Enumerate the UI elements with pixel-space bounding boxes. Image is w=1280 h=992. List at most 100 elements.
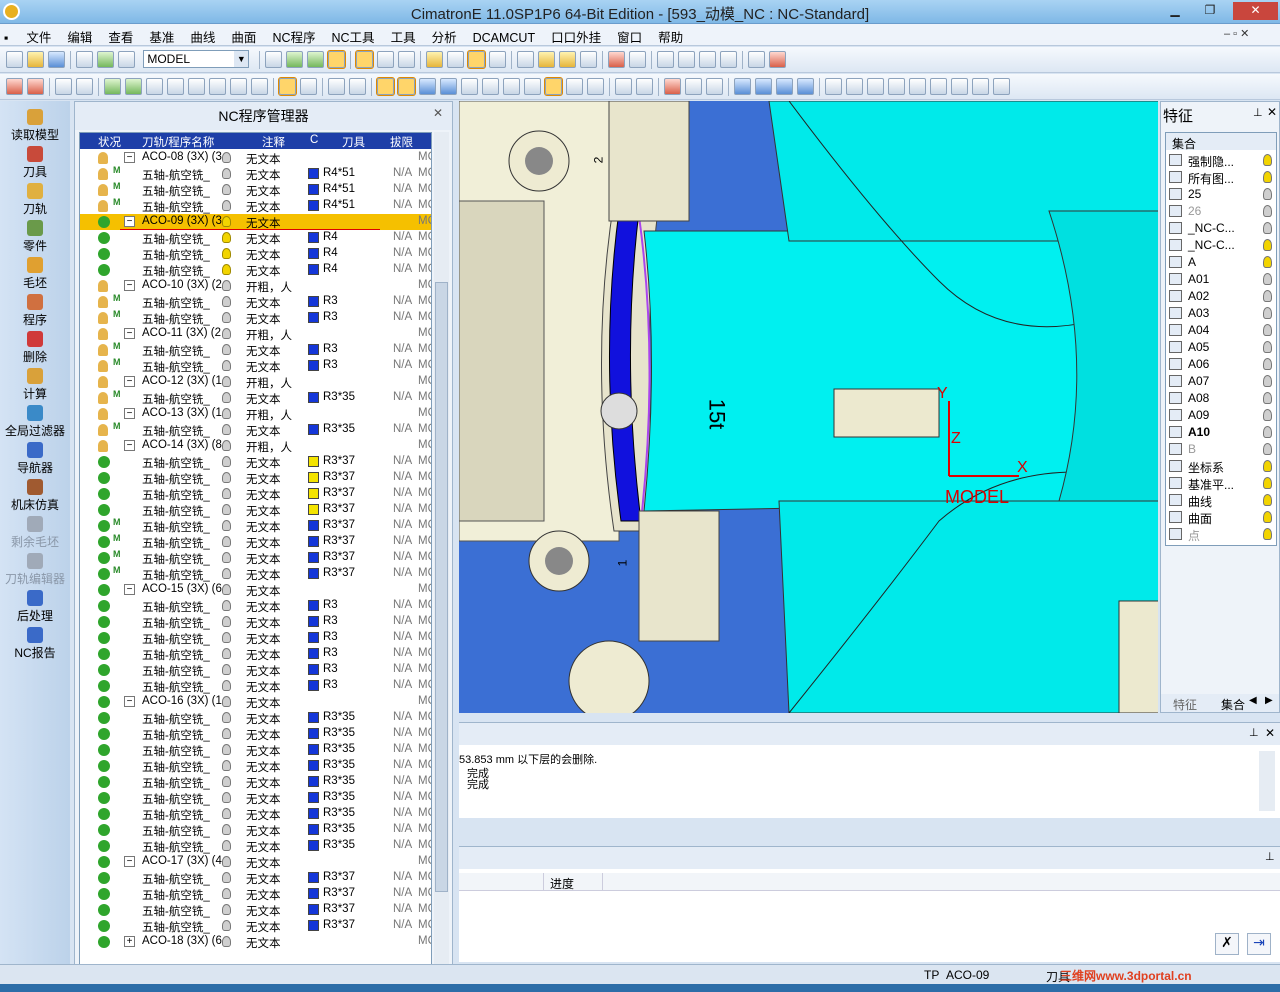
visibility-bulb-icon[interactable] [222,824,231,835]
visibility-bulb-icon[interactable] [1263,358,1272,370]
toolpath-row[interactable]: 五轴-航空铣_ 无文本 R3 N/A MC [80,678,431,694]
set-item[interactable]: 曲线 [1166,492,1276,509]
set-item[interactable]: 25 [1166,186,1276,203]
mdi-controls[interactable]: – ▫ ✕ [1224,27,1249,40]
visibility-bulb-icon[interactable] [222,696,231,707]
toolpath-row[interactable]: M 五轴-航空铣_ 无文本 R3*37 N/A MC [80,533,431,550]
visibility-bulb-icon[interactable] [222,776,231,787]
visibility-bulb-icon[interactable] [1263,273,1272,285]
program-row[interactable]: −ACO-11 (3X) (2 开粗，人 MC [80,326,431,342]
program-row[interactable]: −ACO-16 (3X) (1 无文本 MC [80,694,431,710]
filter-icon[interactable] [579,51,597,68]
toolpath-row[interactable]: 五轴-航空铣_ 无文本 R3 N/A MC [80,630,431,646]
vertical-scrollbar[interactable] [434,132,449,965]
toolpath-row[interactable]: M 五轴-航空铣_ 无文本 R4*51 N/A MC [80,197,431,214]
model-render[interactable] [459,101,1158,713]
visibility-bulb-icon[interactable] [222,552,231,563]
tab-scroll-left-icon[interactable]: ◀ [1249,695,1257,706]
sketch-icon-8[interactable] [972,78,989,95]
guide-button[interactable]: 后处理 [0,590,70,624]
view-cube-icon[interactable] [397,51,415,68]
open-file-icon[interactable] [27,51,44,68]
surface-icon-1[interactable] [664,78,681,95]
toolpath-row[interactable]: M 五轴-航空铣_ 无文本 R3*37 N/A MC [80,517,431,534]
pick-icon[interactable] [55,78,72,95]
toolpath-row[interactable]: 五轴-航空铣_ 无文本 R3 N/A MC [80,646,431,662]
toolpath-row[interactable]: 五轴-航空铣_ 无文本 R3 N/A MC [80,598,431,614]
undo-icon[interactable] [607,51,625,68]
visibility-bulb-icon[interactable] [222,568,231,579]
toolpath-row[interactable]: 五轴-航空铣_ 无文本 R3*37 N/A MC [80,454,431,470]
zoom-window-icon[interactable] [264,51,282,68]
sketch-icon-9[interactable] [993,78,1010,95]
guide-button[interactable]: 程序 [0,294,70,328]
visibility-bulb-icon[interactable] [222,264,231,275]
visibility-bulb-icon[interactable] [222,920,231,931]
set-item[interactable]: A02 [1166,288,1276,305]
visibility-bulb-icon[interactable] [1263,290,1272,302]
visibility-bulb-icon[interactable] [222,728,231,739]
chevron-down-icon[interactable]: ▼ [234,51,249,67]
toolpath-row[interactable]: 五轴-航空铣_ 无文本 R3*37 N/A MC [80,886,431,902]
col-name[interactable]: 刀轨/程序名称 [142,134,214,150]
visibility-bulb-icon[interactable] [222,328,231,339]
expand-toggle[interactable]: − [124,856,135,867]
toolpath-row[interactable]: 五轴-航空铣_ 无文本 R4 N/A MC [80,262,431,278]
surface-icon-2[interactable] [685,78,702,95]
set-icon[interactable] [118,51,135,68]
col-note[interactable]: 注释 [262,134,285,150]
pin-icon[interactable]: ⊥ [1249,726,1259,739]
set-item[interactable]: 点 [1166,526,1276,543]
save-icon[interactable] [48,51,65,68]
toolpath-row[interactable]: M 五轴-航空铣_ 无文本 R3 N/A MC [80,309,431,326]
col-tool[interactable]: 刀具 [342,134,365,150]
visibility-bulb-icon[interactable] [1263,222,1272,234]
select-mode-2-icon[interactable] [300,78,317,95]
surface-icon-3[interactable] [706,78,723,95]
toolpath-row[interactable]: M 五轴-航空铣_ 无文本 R4*51 N/A MC [80,165,431,182]
guide-button[interactable]: 导航器 [0,442,70,476]
bulb-on-icon[interactable] [558,51,576,68]
zoom-icon[interactable] [306,51,324,68]
maximize-icon[interactable]: ❐ [1195,2,1225,20]
axis-icon-1[interactable] [734,78,751,95]
visibility-bulb-icon[interactable] [1263,443,1272,455]
visibility-bulb-icon[interactable] [1263,256,1272,268]
visibility-bulb-icon[interactable] [1263,171,1272,183]
set-item[interactable]: 强制隐... [1166,152,1276,169]
visibility-bulb-icon[interactable] [222,808,231,819]
wireframe-icon[interactable] [376,51,394,68]
toolpath-row[interactable]: 五轴-航空铣_ 无文本 R4 N/A MC [80,246,431,262]
tab-feature[interactable]: 特征 [1173,696,1197,713]
set-item[interactable]: 所有图... [1166,169,1276,186]
layer-icon[interactable] [97,51,114,68]
guide-button[interactable]: 刀轨 [0,183,70,217]
visibility-bulb-icon[interactable] [1263,460,1272,472]
visibility-bulb-icon[interactable] [1263,239,1272,251]
tool-icon-a[interactable] [656,51,674,68]
measure-icon[interactable] [503,78,520,95]
bulb-icon[interactable] [537,51,555,68]
toolpath-row[interactable]: 五轴-航空铣_ 无文本 R3*35 N/A MC [80,742,431,758]
visibility-bulb-icon[interactable] [222,760,231,771]
toolpath-row[interactable]: 五轴-航空铣_ 无文本 R3*35 N/A MC [80,822,431,838]
toolpath-row[interactable]: 五轴-航空铣_ 无文本 R3*35 N/A MC [80,726,431,742]
expand-toggle[interactable]: − [124,696,135,707]
tool-icon-f[interactable] [768,51,786,68]
display-icon-2[interactable] [397,77,416,96]
set-item[interactable]: A04 [1166,322,1276,339]
visibility-bulb-icon[interactable] [1263,205,1272,217]
visibility-bulb-icon[interactable] [1263,307,1272,319]
toolpath-row[interactable]: 五轴-航空铣_ 无文本 R3 N/A MC [80,614,431,630]
pin-icon[interactable]: ⊥ [1253,106,1263,119]
visibility-bulb-icon[interactable] [222,216,231,227]
display-icon-4[interactable] [440,78,457,95]
visibility-bulb-icon[interactable] [1263,528,1272,540]
toolpath-row[interactable]: 五轴-航空铣_ 无文本 R3*35 N/A MC [80,710,431,726]
guide-button[interactable]: 读取模型 [0,109,70,143]
close-icon[interactable]: ✕ [1233,2,1278,20]
program-row[interactable]: −ACO-17 (3X) (4 无文本 MC [80,854,431,870]
analysis-icon[interactable] [516,51,534,68]
message-scrollbar[interactable] [1259,751,1275,811]
visibility-bulb-icon[interactable] [222,344,231,355]
